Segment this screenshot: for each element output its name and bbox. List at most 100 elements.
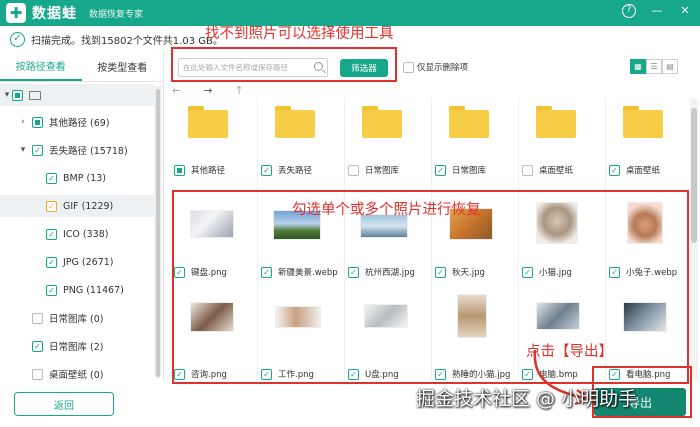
tree-item-other-path[interactable]: › 其他路径 (69) [18, 111, 110, 133]
folder-item[interactable]: 桌面壁纸 [518, 98, 598, 178]
forward-arrow-icon[interactable]: → [203, 84, 212, 97]
file-item[interactable]: ✓ 看电脑.png [605, 284, 685, 380]
tree-label: ICO (338) [63, 228, 109, 240]
tree-item-daily-gallery[interactable]: 日常图库 (0) [32, 307, 103, 329]
item-checkbox[interactable]: ✓ [348, 368, 359, 380]
tree-item-daily-gallery-2[interactable]: ✓ 日常图库 (2) [32, 335, 103, 357]
folder-item[interactable]: ✓ 桌面壁纸 [605, 98, 685, 178]
tree-label: GIF (1229) [63, 200, 114, 212]
item-checkbox[interactable]: ✓ [609, 266, 620, 278]
chevron-down-icon[interactable]: ▾ [18, 145, 28, 155]
minimize-icon[interactable]: — [650, 4, 664, 18]
tree-item-png[interactable]: ✓ PNG (11467) [46, 279, 124, 301]
tree-label: 日常图库 (2) [49, 342, 104, 353]
back-button[interactable]: 返回 [14, 392, 114, 416]
only-deleted-label: 仅显示删除项 [417, 63, 469, 73]
up-arrow-icon[interactable]: ↑ [234, 84, 243, 97]
folder-item[interactable]: 日常图库 [344, 98, 424, 178]
item-checkbox[interactable]: ✓ [609, 164, 620, 176]
tree-checkbox[interactable]: ✓ [32, 340, 43, 352]
view-tabs: 按路径查看 按类型查看 [0, 52, 163, 82]
folder-name: 桌面壁纸 [626, 166, 661, 176]
file-item[interactable]: ✓ 小猫.jpg [518, 194, 598, 284]
folder-item[interactable]: 其他路径 [170, 98, 250, 178]
tree-item-jpg[interactable]: ✓ JPG (2671) [46, 251, 114, 273]
folder-icon [275, 106, 315, 138]
back-arrow-icon[interactable]: ← [172, 84, 181, 97]
check-circle-icon: ✓ [10, 31, 25, 47]
close-icon[interactable]: ✕ [678, 4, 692, 18]
search-icon[interactable] [314, 62, 323, 71]
item-checkbox[interactable]: ✓ [609, 368, 620, 380]
file-item[interactable]: ✓ 键盘.png [170, 194, 250, 284]
item-checkbox[interactable]: ✓ [174, 266, 185, 278]
tree-checkbox[interactable]: ✓ [46, 284, 57, 296]
item-checkbox[interactable]: ✓ [261, 368, 272, 380]
file-name: 新疆美景.webp [278, 268, 338, 278]
item-checkbox[interactable]: ✓ [435, 368, 446, 380]
detail-view-icon[interactable]: ▤ [662, 59, 678, 74]
folder-item[interactable]: ✓ 丢失路径 [257, 98, 337, 178]
tree-checkbox[interactable]: ✓ [32, 144, 43, 156]
tree-item-gif[interactable]: ✓ GIF (1229) [0, 195, 154, 217]
app-subtitle: 数据恢复专家 [89, 9, 144, 20]
file-item[interactable]: ✓ 小兔子.webp [605, 194, 685, 284]
image-thumbnail [190, 210, 234, 238]
only-deleted-checkbox[interactable] [403, 61, 414, 73]
file-name: U盘.png [365, 370, 399, 380]
grid-scrollbar[interactable] [690, 98, 698, 380]
item-checkbox[interactable]: ✓ [522, 266, 533, 278]
help-icon[interactable]: ? [622, 4, 636, 18]
tree-checkbox[interactable]: ✓ [46, 228, 57, 240]
tree-root-drive[interactable]: ▾ [0, 84, 154, 106]
tab-by-path[interactable]: 按路径查看 [0, 52, 82, 81]
tree-scrollbar[interactable] [154, 86, 162, 378]
chevron-down-icon[interactable]: ▾ [2, 90, 12, 100]
item-checkbox[interactable] [174, 164, 185, 176]
chevron-right-icon[interactable]: › [18, 117, 28, 127]
tab-by-type[interactable]: 按类型查看 [82, 52, 164, 81]
tree-item-desktop-wallpaper[interactable]: 桌面壁纸 (0) [32, 363, 103, 385]
tree-checkbox[interactable]: ✓ [46, 172, 57, 184]
list-view-icon[interactable]: ☰ [646, 59, 662, 74]
filter-button[interactable]: 筛选器 [340, 59, 388, 77]
item-checkbox[interactable]: ✓ [435, 266, 446, 278]
item-checkbox[interactable]: ✓ [435, 164, 446, 176]
folder-item[interactable]: ✓ 日常图库 [431, 98, 511, 178]
file-item[interactable]: ✓ 工作.png [257, 284, 337, 380]
item-checkbox[interactable]: ✓ [261, 266, 272, 278]
folder-icon [623, 106, 663, 138]
folder-name: 桌面壁纸 [539, 166, 574, 176]
tool-hint-annotation: 找不到照片可以选择使用工具 [205, 26, 394, 42]
drive-icon [29, 90, 41, 100]
view-mode-switch: ▦ ☰ ▤ [630, 59, 678, 74]
tree-checkbox[interactable] [12, 89, 23, 101]
tree-item-lost-path[interactable]: ▾ ✓ 丢失路径 (15718) [18, 139, 128, 161]
folder-name: 其他路径 [191, 166, 226, 176]
image-thumbnail [457, 294, 487, 338]
file-name: 小猫.jpg [539, 268, 572, 278]
tree-checkbox[interactable] [32, 312, 43, 324]
folder-icon [362, 106, 402, 138]
tree-checkbox[interactable]: ✓ [46, 256, 57, 268]
tree-checkbox[interactable] [32, 116, 43, 128]
file-item[interactable]: ✓ U盘.png [344, 284, 424, 380]
search-input[interactable]: 在此处输入文件名称或保存路径 [178, 58, 328, 77]
folder-name: 日常图库 [452, 166, 487, 176]
item-checkbox[interactable] [348, 164, 359, 176]
file-name: 键盘.png [191, 268, 227, 278]
tree-checkbox[interactable]: ✓ [46, 200, 57, 212]
only-deleted-toggle[interactable]: 仅显示删除项 [403, 61, 468, 73]
tree-item-ico[interactable]: ✓ ICO (338) [46, 223, 108, 245]
file-item[interactable]: ✓ 咨询.png [170, 284, 250, 380]
file-item[interactable]: ✓ 熟睡的小猫.jpg [431, 284, 511, 380]
grid-view-icon[interactable]: ▦ [630, 59, 646, 74]
item-checkbox[interactable] [522, 164, 533, 176]
tree-checkbox[interactable] [32, 368, 43, 380]
folder-icon [188, 106, 228, 138]
status-text: 扫描完成。找到15802个文件共1.03 GB。 [31, 35, 223, 47]
item-checkbox[interactable]: ✓ [261, 164, 272, 176]
item-checkbox[interactable]: ✓ [348, 266, 359, 278]
item-checkbox[interactable]: ✓ [174, 368, 185, 380]
tree-item-bmp[interactable]: ✓ BMP (13) [46, 167, 106, 189]
